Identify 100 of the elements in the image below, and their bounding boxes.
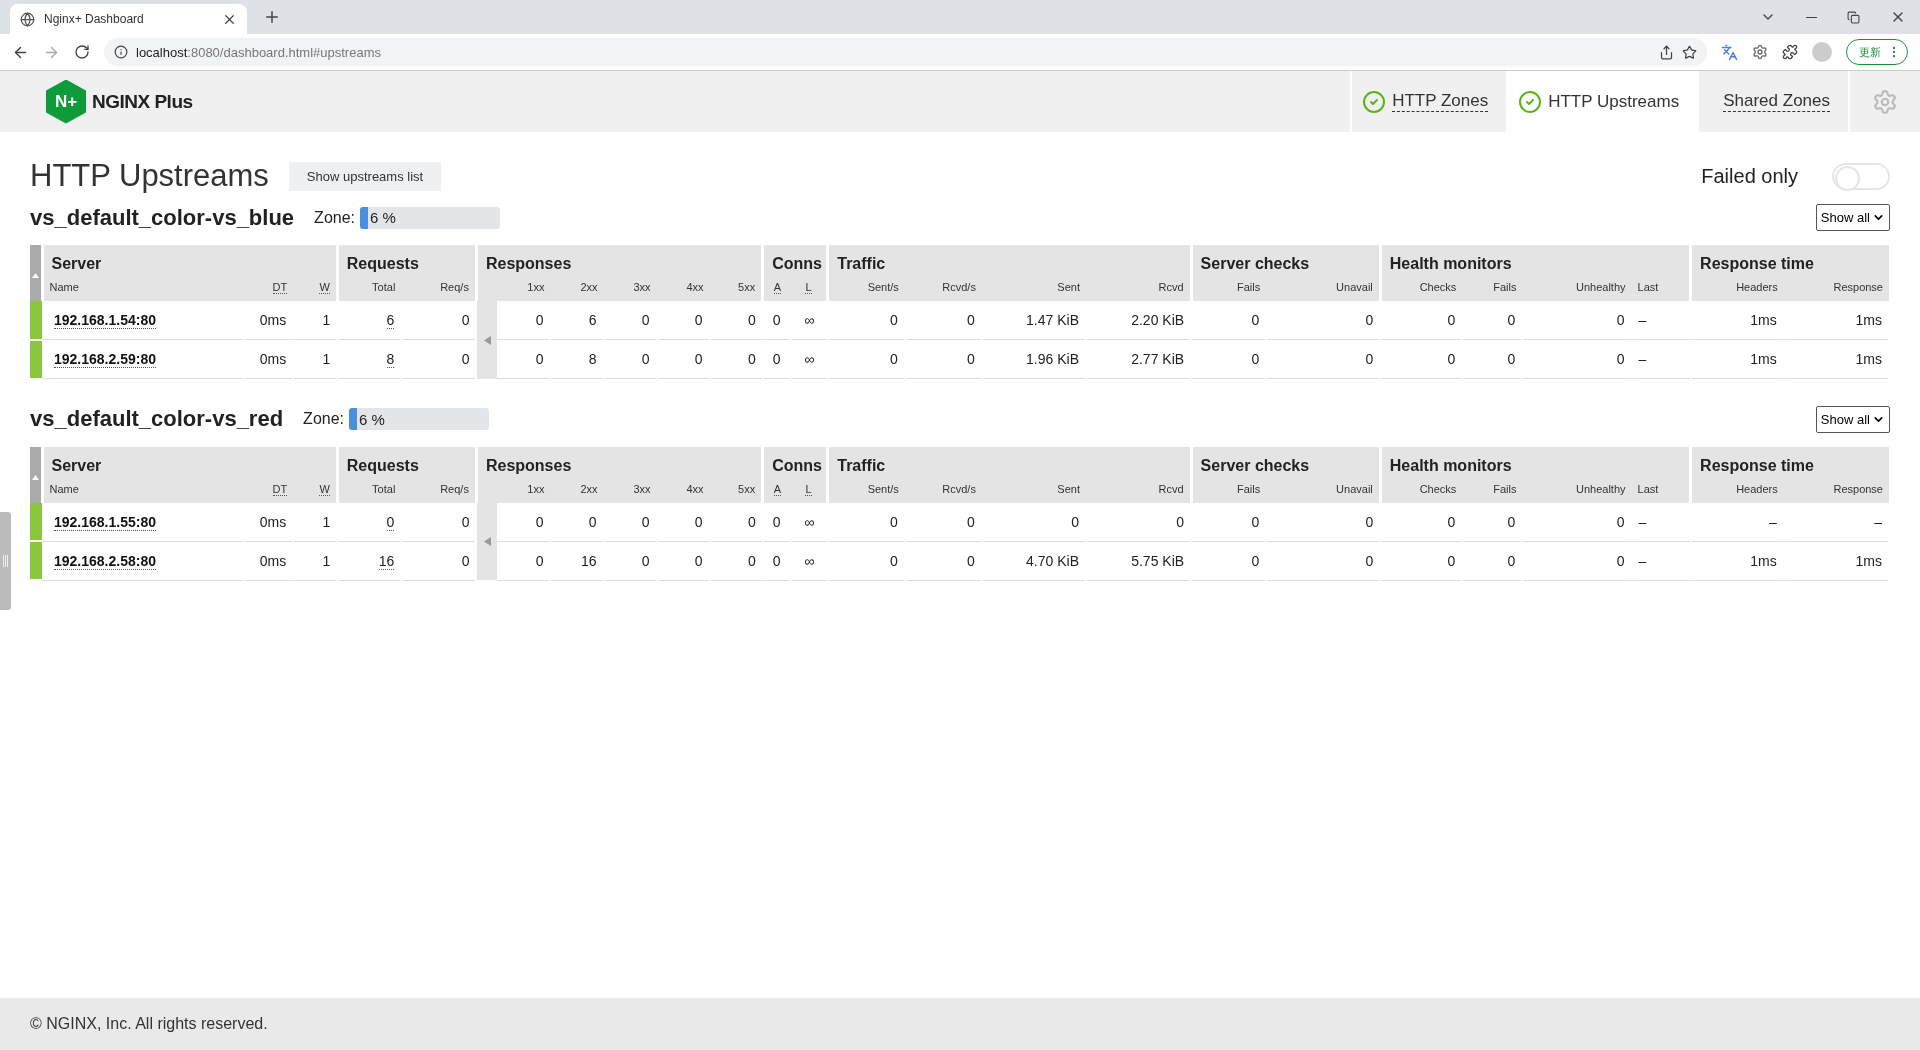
address-bar[interactable]: localhost:8080/dashboard.html#upstreams bbox=[104, 38, 1707, 66]
left-arrow-icon bbox=[483, 537, 491, 547]
table-cell: 1 bbox=[293, 301, 338, 340]
check-circle-icon bbox=[1362, 89, 1387, 114]
column-header: Unavail bbox=[1266, 478, 1381, 503]
minimize-button[interactable] bbox=[1806, 16, 1817, 18]
filter-select[interactable]: Show all bbox=[1815, 204, 1890, 231]
column-header: Fails bbox=[1191, 478, 1267, 503]
share-button[interactable] bbox=[1659, 44, 1674, 60]
table-cell: 0 bbox=[1380, 301, 1463, 340]
new-tab-button[interactable] bbox=[263, 8, 281, 26]
table-cell: 0 bbox=[904, 301, 982, 340]
zone-label: Zone: bbox=[303, 410, 345, 428]
table-cell: 0 bbox=[904, 339, 982, 379]
table-cell: 0 bbox=[1380, 541, 1463, 580]
column-header: Fails bbox=[1462, 277, 1523, 301]
column-header: 4xx bbox=[656, 277, 710, 301]
table-cell: 5.75 KiB bbox=[1086, 541, 1192, 580]
table-cell: 0 bbox=[827, 541, 905, 580]
table-cell: ∞ bbox=[790, 541, 828, 580]
table-cell: 0 bbox=[656, 502, 710, 541]
column-header: A bbox=[762, 277, 791, 301]
table-cell: 0 bbox=[497, 541, 551, 580]
table-cell: 0 bbox=[1380, 339, 1463, 379]
left-arrow-icon bbox=[483, 335, 491, 345]
table-cell: 0 bbox=[497, 339, 551, 379]
column-group-header: Traffic bbox=[827, 446, 1192, 479]
column-header: Req/s bbox=[401, 277, 477, 301]
column-header: Last bbox=[1631, 277, 1691, 301]
extensions-puzzle-icon[interactable] bbox=[1782, 44, 1798, 60]
column-header: A bbox=[762, 478, 791, 503]
show-upstreams-list-button[interactable]: Show upstreams list bbox=[288, 161, 442, 191]
sort-handle[interactable] bbox=[30, 446, 42, 503]
table-cell: 0ms bbox=[244, 541, 294, 580]
gear-extension-icon[interactable] bbox=[1752, 44, 1768, 60]
table-cell: 0 bbox=[709, 301, 763, 340]
bookmark-star-button[interactable] bbox=[1682, 44, 1697, 60]
server-name-link[interactable]: 192.168.1.55:80 bbox=[54, 513, 156, 531]
column-header: 1xx bbox=[497, 277, 551, 301]
zone-usage-reading: 6 % bbox=[358, 410, 385, 428]
table-cell: 0 bbox=[1191, 339, 1267, 379]
column-header: Sent/s bbox=[827, 277, 905, 301]
column-header: Total bbox=[337, 277, 402, 301]
column-header: Checks bbox=[1380, 478, 1463, 503]
sort-arrow-icon bbox=[31, 273, 39, 278]
nav-tab[interactable]: HTTP Upstreams bbox=[1508, 71, 1700, 132]
column-header: 5xx bbox=[709, 277, 763, 301]
table-cell: 1 bbox=[293, 339, 338, 379]
table-cell: 16 bbox=[337, 541, 402, 580]
table-cell: 0 bbox=[337, 502, 402, 541]
table-cell: 0 bbox=[762, 541, 791, 580]
table-cell: ∞ bbox=[790, 502, 828, 541]
table-cell: 0 bbox=[827, 502, 905, 541]
table-cell: 0 bbox=[1522, 502, 1632, 541]
table-cell: 0 bbox=[709, 541, 763, 580]
column-header: Sent bbox=[981, 277, 1086, 301]
table-cell: 1.96 KiB bbox=[981, 339, 1086, 379]
column-header: Unhealthy bbox=[1522, 277, 1632, 301]
table-cell: 1.47 KiB bbox=[981, 301, 1086, 340]
page-title: HTTP Upstreams bbox=[30, 158, 269, 194]
translate-extension-icon[interactable] bbox=[1721, 43, 1738, 61]
star-icon bbox=[1682, 44, 1697, 60]
table-cell: 8 bbox=[337, 339, 402, 379]
table-cell: 0 bbox=[656, 339, 710, 379]
table-cell: 1ms bbox=[1783, 301, 1889, 340]
reload-icon bbox=[74, 44, 90, 60]
table-cell: 0 bbox=[827, 301, 905, 340]
column-group-header: Response time bbox=[1690, 446, 1889, 479]
restore-button[interactable] bbox=[1847, 10, 1860, 24]
table-cell: 0 bbox=[709, 502, 763, 541]
table-cell: 0 bbox=[603, 339, 657, 379]
browser-tab[interactable]: Nginx+ Dashboard bbox=[10, 4, 247, 34]
drawer-handle[interactable] bbox=[0, 512, 11, 610]
table-cell: 4.70 KiB bbox=[981, 541, 1086, 580]
column-header: Response bbox=[1783, 478, 1889, 503]
column-header: Headers bbox=[1690, 478, 1784, 503]
table-cell: 1 bbox=[293, 502, 338, 541]
failed-only-toggle[interactable] bbox=[1832, 162, 1890, 190]
zone-label: Zone: bbox=[314, 208, 356, 227]
table-cell: 0 bbox=[762, 339, 791, 379]
table-cell: 0 bbox=[401, 339, 477, 379]
server-name-link[interactable]: 192.168.2.58:80 bbox=[54, 552, 156, 570]
column-group-header: Responses bbox=[476, 446, 763, 479]
column-header: Headers bbox=[1690, 277, 1784, 301]
filter-select[interactable]: Show all bbox=[1815, 405, 1890, 433]
column-header: 2xx bbox=[550, 277, 604, 301]
table-cell: 1ms bbox=[1783, 541, 1889, 580]
reload-button[interactable] bbox=[74, 44, 90, 60]
column-group-header: Conns bbox=[762, 446, 828, 479]
minimize-icon bbox=[1806, 16, 1817, 18]
server-name-link[interactable]: 192.168.1.54:80 bbox=[54, 312, 156, 329]
column-group-header: Conns bbox=[762, 245, 828, 277]
server-name-link[interactable]: 192.168.2.59:80 bbox=[54, 351, 156, 368]
column-header: Fails bbox=[1462, 478, 1523, 503]
sort-handle[interactable] bbox=[30, 245, 42, 301]
table-cell: 0 bbox=[656, 301, 710, 340]
table-cell: 0ms bbox=[244, 339, 294, 379]
logo-text: NGINX Plus bbox=[92, 90, 193, 113]
update-button[interactable]: 更新 bbox=[1846, 39, 1908, 65]
column-group-header: Server checks bbox=[1191, 245, 1381, 277]
